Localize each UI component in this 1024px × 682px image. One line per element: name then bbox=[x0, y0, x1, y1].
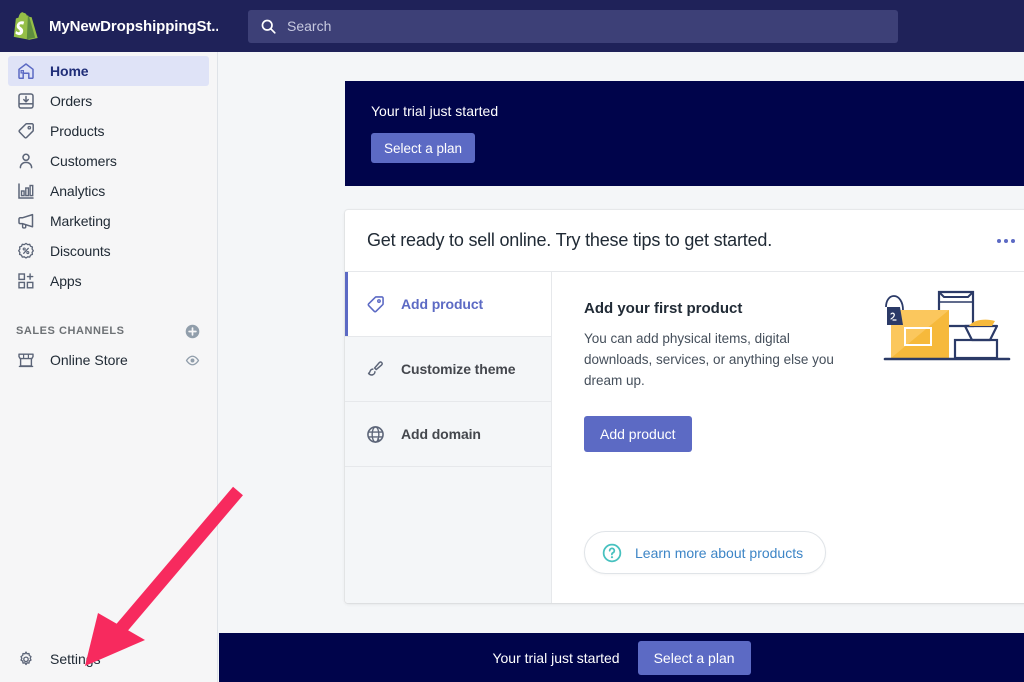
primary-nav: Home Orders Products Customers Analytics… bbox=[0, 52, 217, 296]
sidebar-item-label: Customers bbox=[50, 153, 117, 169]
sidebar-item-label: Analytics bbox=[50, 183, 106, 199]
eye-icon[interactable] bbox=[184, 352, 201, 369]
ellipsis-dot bbox=[1004, 238, 1008, 243]
add-product-button[interactable]: Add product bbox=[584, 416, 692, 452]
tab-label: Add domain bbox=[401, 426, 481, 442]
sidebar-item-label: Discounts bbox=[50, 243, 111, 259]
setup-guide-pane: Add your first product You can add physi… bbox=[552, 272, 1024, 603]
tag-icon bbox=[367, 295, 384, 312]
sidebar-item-label: Home bbox=[50, 63, 89, 79]
ellipsis-icon[interactable] bbox=[991, 233, 1021, 249]
gear-icon bbox=[20, 651, 32, 666]
setup-guide-card: Get ready to sell online. Try these tips… bbox=[345, 210, 1024, 603]
tab-add-product[interactable]: Add product bbox=[345, 272, 551, 337]
setup-guide-header: Get ready to sell online. Try these tips… bbox=[345, 210, 1024, 272]
ellipsis-dot bbox=[997, 238, 1001, 243]
online-store-label: Online Store bbox=[50, 352, 128, 368]
storefront-icon bbox=[18, 353, 34, 368]
sidebar-item-products[interactable]: Products bbox=[8, 116, 209, 146]
brand-area[interactable]: MyNewDropshippingSt... bbox=[0, 0, 218, 52]
main-content: Your trial just started Select a plan Ge… bbox=[219, 52, 1024, 682]
sidebar-item-orders[interactable]: Orders bbox=[8, 86, 209, 116]
tab-label: Add product bbox=[401, 296, 484, 312]
bottom-trial-bar: Your trial just started Select a plan bbox=[219, 633, 1024, 682]
globe-icon bbox=[367, 425, 384, 443]
settings-label: Settings bbox=[50, 651, 101, 667]
store-name: MyNewDropshippingSt... bbox=[49, 17, 218, 35]
tag-icon bbox=[18, 123, 34, 139]
search-input[interactable] bbox=[287, 18, 886, 34]
product-box-illustration bbox=[883, 290, 1011, 361]
apps-plus-icon bbox=[18, 273, 34, 289]
trial-banner-title: Your trial just started bbox=[371, 103, 499, 119]
tab-label: Customize theme bbox=[401, 361, 516, 377]
online-store-left: Online Store bbox=[16, 350, 128, 370]
shopify-bag-icon bbox=[13, 11, 38, 41]
setup-guide-title: Get ready to sell online. Try these tips… bbox=[367, 230, 773, 250]
tab-customize-theme[interactable]: Customize theme bbox=[345, 337, 551, 402]
person-icon bbox=[19, 153, 33, 169]
select-a-plan-button[interactable]: Select a plan bbox=[371, 133, 476, 163]
ellipsis-dot bbox=[1011, 238, 1015, 243]
sidebar-item-label: Apps bbox=[50, 273, 82, 289]
top-bar: MyNewDropshippingSt... bbox=[0, 0, 1024, 52]
sidebar-item-label: Marketing bbox=[50, 213, 111, 229]
sales-channels-title: SALES CHANNELS bbox=[16, 325, 125, 337]
megaphone-icon bbox=[18, 213, 34, 229]
search-bar[interactable] bbox=[248, 9, 898, 43]
sidebar-item-apps[interactable]: Apps bbox=[8, 266, 209, 296]
tab-add-domain[interactable]: Add domain bbox=[345, 402, 551, 467]
question-circle-icon bbox=[602, 543, 622, 562]
sidebar-item-settings[interactable]: Settings bbox=[0, 636, 218, 682]
sidebar-item-customers[interactable]: Customers bbox=[8, 146, 209, 176]
brush-icon bbox=[367, 360, 383, 376]
shopify-admin-window: MyNewDropshippingSt... Home bbox=[0, 0, 1024, 682]
bottom-select-a-plan-button[interactable]: Select a plan bbox=[637, 640, 751, 675]
learn-more-button[interactable]: Learn more about products bbox=[584, 531, 827, 574]
sidebar-item-analytics[interactable]: Analytics bbox=[8, 176, 209, 206]
home-icon bbox=[18, 63, 34, 80]
sidebar-item-home[interactable]: Home bbox=[8, 56, 209, 86]
sidebar-item-marketing[interactable]: Marketing bbox=[8, 206, 209, 236]
bar-chart-icon bbox=[18, 183, 34, 199]
sidebar: Home Orders Products Customers Analytics… bbox=[0, 52, 218, 682]
trial-banner: Your trial just started Select a plan bbox=[345, 81, 1024, 186]
plus-circle-icon[interactable] bbox=[184, 323, 201, 340]
setup-guide-body: Add product Customize theme Add domain A… bbox=[345, 272, 1024, 603]
orders-icon bbox=[18, 93, 34, 109]
setup-guide-tablist: Add product Customize theme Add domain bbox=[345, 272, 552, 603]
bottom-trial-message: Your trial just started bbox=[492, 649, 620, 666]
pane-description: You can add physical items, digital down… bbox=[584, 331, 834, 388]
sidebar-item-discounts[interactable]: Discounts bbox=[8, 236, 209, 266]
sidebar-item-label: Orders bbox=[50, 93, 93, 109]
search-icon bbox=[261, 19, 276, 34]
percent-icon bbox=[18, 242, 34, 259]
sidebar-item-label: Products bbox=[50, 123, 105, 139]
learn-more-label: Learn more about products bbox=[635, 544, 804, 561]
sales-channels-header: SALES CHANNELS bbox=[0, 318, 217, 344]
sidebar-item-online-store[interactable]: Online Store bbox=[0, 344, 217, 376]
